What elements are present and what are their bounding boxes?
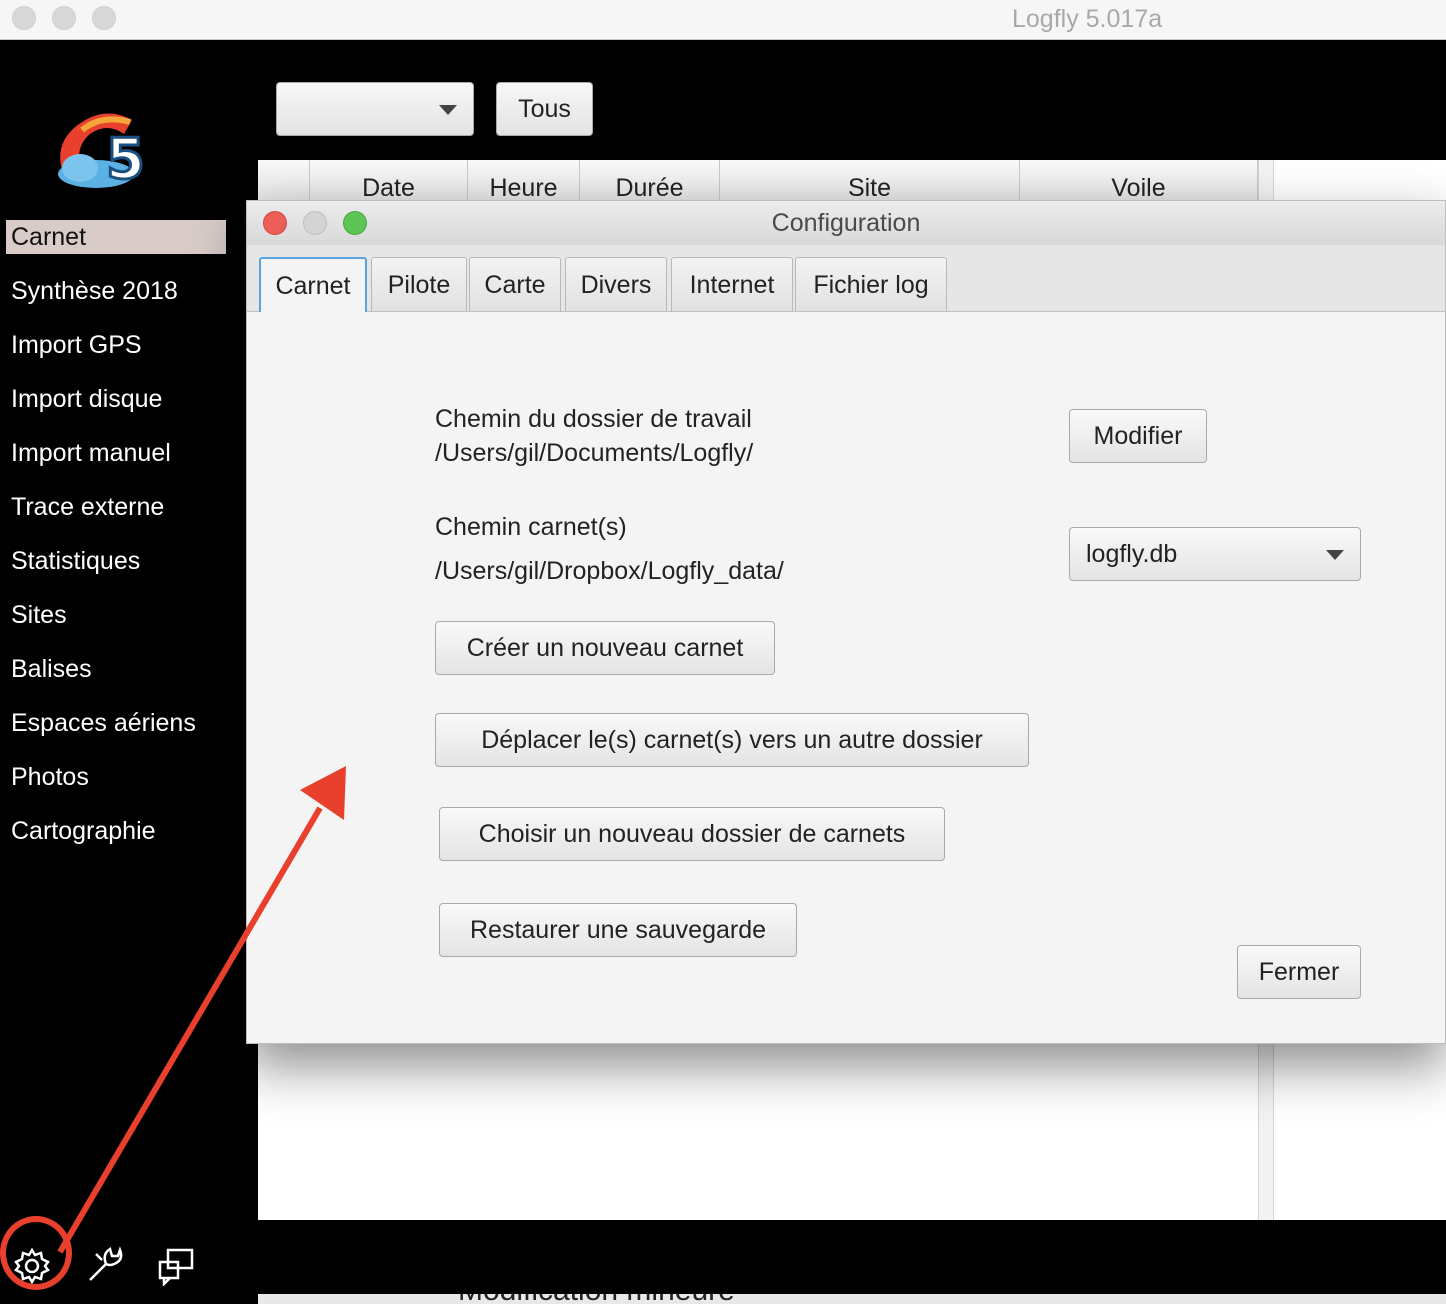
sidebar-item-statistiques[interactable]: Statistiques [6,544,226,598]
filter-combobox[interactable] [276,82,474,136]
all-button[interactable]: Tous [496,82,593,136]
wrench-icon[interactable] [84,1244,124,1284]
chevron-down-icon [1326,550,1344,560]
window-minimize-button[interactable] [52,6,76,30]
column-header-heure[interactable]: Heure [468,160,580,202]
tab-divers[interactable]: Divers [565,257,667,311]
sidebar-item-espaces-aeriens[interactable]: Espaces aériens [6,706,226,760]
configuration-dialog: Configuration Carnet Pilote Carte Divers… [246,200,1446,1044]
restore-backup-button[interactable]: Restaurer une sauvegarde [439,903,797,957]
flights-table-header: Date Heure Durée Site Voile [258,160,1258,202]
column-header-duree[interactable]: Durée [580,160,720,202]
close-button[interactable]: Fermer [1237,945,1361,999]
tab-pilote[interactable]: Pilote [371,257,467,311]
logfly-logo: 5 [58,113,146,194]
column-header-select[interactable] [258,160,310,200]
dialog-tabs: Carnet Pilote Carte Divers Internet Fich… [247,245,1445,312]
logbook-path-label: Chemin carnet(s) [435,513,627,541]
modify-button[interactable]: Modifier [1069,409,1207,463]
dialog-title: Configuration [771,209,921,237]
work-folder-path: /Users/gil/Documents/Logfly/ [435,439,754,467]
logbook-select-value: logfly.db [1086,540,1178,568]
window-zoom-button[interactable] [92,6,116,30]
sidebar: 5 Carnet Synthèse 2018 Import GPS Import… [0,40,246,1304]
svg-text:5: 5 [106,127,145,192]
sidebar-item-carnet[interactable]: Carnet [6,220,226,254]
work-folder-label: Chemin du dossier de travail [435,405,752,433]
gear-highlight-circle [0,1216,72,1290]
choose-folder-button[interactable]: Choisir un nouveau dossier de carnets [439,807,945,861]
logbook-path: /Users/gil/Dropbox/Logfly_data/ [435,557,784,585]
sidebar-item-photos[interactable]: Photos [6,760,226,814]
tab-carte[interactable]: Carte [469,257,561,311]
window-title: Logfly 5.017a [1012,5,1163,33]
new-logbook-button[interactable]: Créer un nouveau carnet [435,621,775,675]
tab-fichier-log[interactable]: Fichier log [795,257,947,311]
tab-carnet[interactable]: Carnet [259,257,367,312]
sidebar-item-import-gps[interactable]: Import GPS [6,328,226,382]
column-header-date[interactable]: Date [310,160,468,202]
dialog-titlebar: Configuration [247,201,1445,246]
sidebar-item-sites[interactable]: Sites [6,598,226,652]
tab-internet[interactable]: Internet [671,257,793,311]
sidebar-item-import-disque[interactable]: Import disque [6,382,226,436]
sidebar-item-balises[interactable]: Balises [6,652,226,706]
support-icon[interactable] [156,1246,196,1286]
sidebar-item-cartographie[interactable]: Cartographie [6,814,226,868]
status-text: Modification mineure [458,1294,735,1304]
column-header-site[interactable]: Site [720,160,1020,202]
window-titlebar: Logfly 5.017a [0,0,1446,40]
chevron-down-icon [439,105,457,115]
move-logbooks-button[interactable]: Déplacer le(s) carnet(s) vers un autre d… [435,713,1029,767]
logbook-select[interactable]: logfly.db [1069,527,1361,581]
sidebar-item-trace-externe[interactable]: Trace externe [6,490,226,544]
sidebar-item-synthese[interactable]: Synthèse 2018 [6,274,226,328]
window-close-button[interactable] [12,6,36,30]
sidebar-item-import-manuel[interactable]: Import manuel [6,436,226,490]
column-header-voile[interactable]: Voile [1020,160,1258,202]
sidebar-nav: Carnet Synthèse 2018 Import GPS Import d… [6,220,226,868]
status-strip: Modification mineure [258,1294,1446,1304]
